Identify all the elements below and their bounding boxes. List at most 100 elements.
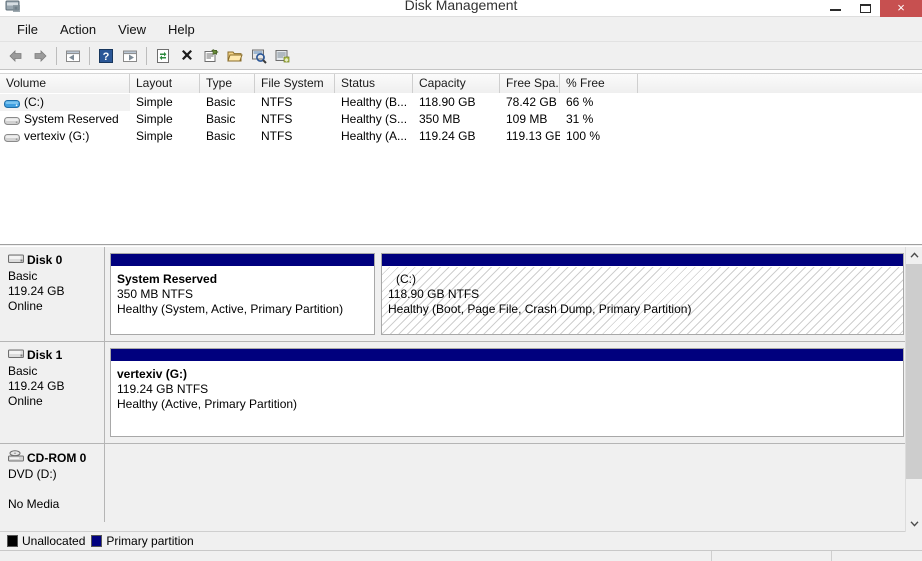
volume-name: (C:) [24, 95, 44, 109]
column-header-layout[interactable]: Layout [130, 74, 200, 93]
menu-action[interactable]: Action [49, 19, 107, 40]
partition-size-fs: 119.24 GB NTFS [117, 382, 209, 396]
cell-volume: System Reserved [0, 111, 130, 128]
scroll-down-button[interactable] [906, 515, 922, 532]
disk-1-capacity: 119.24 GB [8, 379, 65, 393]
delete-icon[interactable] [175, 44, 199, 68]
cell-capacity: 119.24 GB [419, 129, 476, 143]
graphical-view-pane: Disk 0 Basic 119.24 GB Online System Res… [0, 246, 922, 532]
toolbar: ? [0, 42, 922, 70]
cell-status: Healthy (S... [341, 112, 408, 126]
table-row[interactable]: System Reserved Simple Basic NTFS Health… [0, 111, 922, 128]
column-header-type[interactable]: Type [200, 74, 255, 93]
svg-text:?: ? [103, 51, 110, 63]
cell-type: Basic [206, 129, 236, 143]
cell-type: Basic [206, 112, 236, 126]
up-one-level-icon[interactable] [61, 44, 85, 68]
cell-type: Basic [206, 95, 236, 109]
partition-details: System Reserved 350 MB NTFS Healthy (Sys… [111, 267, 374, 334]
properties-icon[interactable] [199, 44, 223, 68]
hard-disk-icon [8, 348, 24, 362]
forward-icon[interactable] [28, 44, 52, 68]
toolbar-separator-3 [146, 46, 147, 65]
cell-layout: Simple [136, 112, 173, 126]
menu-file[interactable]: File [6, 19, 49, 40]
back-icon[interactable] [4, 44, 28, 68]
cd-rom-0-empty-area [110, 450, 900, 516]
partition-system-reserved[interactable]: System Reserved 350 MB NTFS Healthy (Sys… [110, 253, 375, 335]
disk-0-type: Basic [8, 269, 38, 283]
graphical-view-scrollbar[interactable] [905, 247, 922, 532]
legend-bar: Unallocated Primary partition [0, 531, 905, 550]
disk-1-info[interactable]: Disk 1 Basic 119.24 GB Online [0, 342, 105, 443]
close-button[interactable]: × [880, 0, 922, 17]
volume-list-rows: (C:) Simple Basic NTFS Healthy (B... 118… [0, 94, 922, 145]
column-header-volume[interactable]: Volume [0, 74, 130, 93]
column-header-capacity[interactable]: Capacity [413, 74, 500, 93]
cell-status: Healthy (B... [341, 95, 408, 109]
disk-0-title-line: Disk 0 [8, 253, 104, 267]
refresh-icon[interactable] [151, 44, 175, 68]
column-header-file-system[interactable]: File System [255, 74, 335, 93]
cell-capacity: 350 MB [419, 112, 461, 126]
table-row[interactable]: vertexiv (G:) Simple Basic NTFS Healthy … [0, 128, 922, 145]
hard-disk-icon [8, 253, 24, 267]
partition-details: vertexiv (G:) 119.24 GB NTFS Healthy (Ac… [111, 362, 903, 436]
rescan-disks-icon[interactable] [247, 44, 271, 68]
cell-percent-free: 66 % [566, 95, 594, 109]
window-title: Disk Management [404, 0, 518, 13]
partition-label: System Reserved [117, 272, 218, 286]
cd-rom-0-title-line: CD-ROM 0 [8, 450, 104, 465]
legend-unallocated: Unallocated [7, 534, 85, 548]
disk-0-partitions: System Reserved 350 MB NTFS Healthy (Sys… [105, 247, 905, 341]
cell-free-space: 109 MB [506, 112, 548, 126]
table-row[interactable]: (C:) Simple Basic NTFS Healthy (B... 118… [0, 94, 922, 111]
disk-0-info[interactable]: Disk 0 Basic 119.24 GB Online [0, 247, 105, 341]
partition-c[interactable]: (C:) 118.90 GB NTFS Healthy (Boot, Page … [381, 253, 904, 335]
menu-view[interactable]: View [107, 19, 157, 40]
cd-rom-0-row[interactable]: CD-ROM 0 DVD (D:) No Media [0, 444, 905, 522]
cell-free-space: 119.13 GB [506, 129, 560, 143]
partition-status: Healthy (System, Active, Primary Partiti… [117, 302, 344, 316]
show-hide-console-tree-icon[interactable] [118, 44, 142, 68]
disk-0-row[interactable]: Disk 0 Basic 119.24 GB Online System Res… [0, 247, 905, 342]
disk-0-title: Disk 0 [27, 253, 63, 267]
volume-drive-icon [4, 131, 20, 142]
cell-volume: (C:) [0, 94, 130, 111]
partition-label: (C:) [396, 272, 416, 286]
disk-1-partitions: vertexiv (G:) 119.24 GB NTFS Healthy (Ac… [105, 342, 905, 443]
column-header-free-space[interactable]: Free Spa... [500, 74, 560, 93]
cell-capacity: 118.90 GB [419, 95, 476, 109]
legend-primary-partition: Primary partition [91, 534, 194, 548]
volume-name: vertexiv (G:) [24, 129, 90, 143]
partition-status: Healthy (Active, Primary Partition) [117, 397, 298, 411]
cell-layout: Simple [136, 95, 173, 109]
scrollbar-track[interactable] [906, 264, 922, 515]
legend-unallocated-swatch [7, 535, 18, 547]
disk-1-row[interactable]: Disk 1 Basic 119.24 GB Online vertexiv (… [0, 342, 905, 444]
partition-color-bar [382, 254, 903, 267]
minimize-button[interactable] [820, 0, 850, 17]
help-icon[interactable]: ? [94, 44, 118, 68]
menu-help[interactable]: Help [157, 19, 206, 40]
scroll-up-button[interactable] [906, 247, 922, 264]
cell-file-system: NTFS [261, 112, 293, 126]
column-header-filler [638, 74, 922, 93]
partition-color-bar [111, 254, 374, 267]
cell-status: Healthy (A... [341, 129, 408, 143]
open-icon[interactable] [223, 44, 247, 68]
cd-rom-0-type: DVD (D:) [8, 467, 57, 481]
cd-rom-0-info[interactable]: CD-ROM 0 DVD (D:) No Media [0, 444, 105, 522]
volume-name: System Reserved [24, 112, 119, 126]
chevron-down-icon [910, 521, 919, 527]
partition-vertexiv-g[interactable]: vertexiv (G:) 119.24 GB NTFS Healthy (Ac… [110, 348, 904, 437]
scrollbar-thumb[interactable] [906, 264, 922, 479]
window-controls: × [820, 0, 922, 17]
volume-drive-icon [4, 114, 20, 125]
status-bar [0, 550, 922, 561]
column-header-status[interactable]: Status [335, 74, 413, 93]
column-header-percent-free[interactable]: % Free [560, 74, 638, 93]
maximize-button[interactable] [850, 0, 880, 17]
show-action-pane-icon[interactable] [271, 44, 295, 68]
cd-rom-0-status: No Media [8, 497, 60, 511]
